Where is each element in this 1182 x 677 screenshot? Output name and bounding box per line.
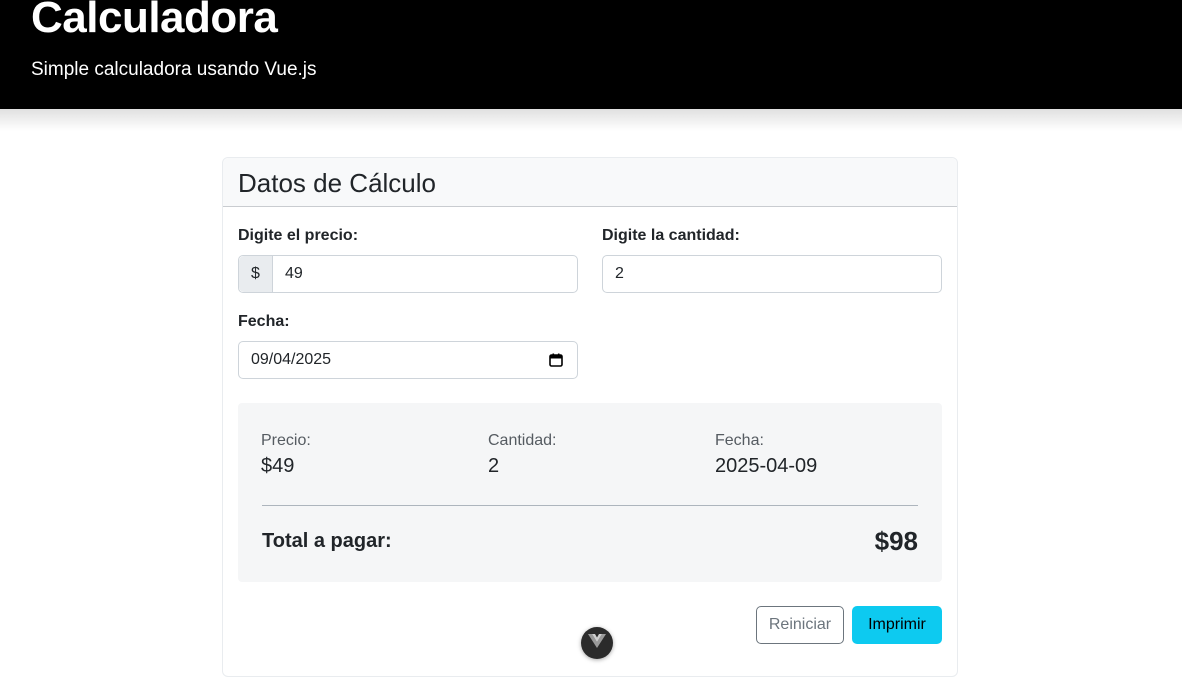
quantity-label: Digite la cantidad: [602, 227, 740, 244]
price-input-group: $ 49 [238, 255, 578, 293]
summary-divider [262, 505, 918, 506]
card-header: Datos de Cálculo [223, 158, 957, 207]
quantity-input[interactable]: 2 [602, 255, 942, 293]
summary-date-label: Fecha: [715, 432, 764, 449]
summary-quantity-label: Cantidad: [488, 432, 557, 449]
summary-date-value: 2025-04-09 [715, 455, 818, 477]
currency-prefix: $ [239, 256, 273, 292]
summary-price-value: $49 [261, 455, 295, 477]
card-title: Datos de Cálculo [238, 168, 436, 198]
calendar-icon[interactable] [549, 353, 563, 367]
summary-quantity-value: 2 [488, 455, 500, 477]
price-label: Digite el precio: [238, 227, 359, 244]
total-value: $98 [874, 526, 918, 556]
total-label: Total a pagar: [262, 530, 392, 552]
date-label: Fecha: [238, 313, 290, 330]
date-input[interactable]: 09/04/2025 [238, 341, 578, 379]
print-button[interactable]: Imprimir [852, 606, 942, 644]
vue-logo-glyph-icon [588, 634, 606, 648]
price-input[interactable]: 49 [273, 256, 577, 292]
header-shadow [0, 109, 1182, 131]
reset-button[interactable]: Reiniciar [756, 606, 844, 644]
summary-price-label: Precio: [261, 432, 311, 449]
summary-panel: Precio: $49 Cantidad: 2 Fecha: 2025-04-0… [238, 403, 942, 582]
vue-logo-icon[interactable] [581, 627, 613, 659]
page-header: Calculadora Simple calculadora usando Vu… [0, 0, 1182, 109]
date-input-value: 09/04/2025 [251, 351, 332, 368]
page-title: Calculadora [31, 0, 278, 42]
page-subtitle: Simple calculadora usando Vue.js [31, 59, 317, 80]
